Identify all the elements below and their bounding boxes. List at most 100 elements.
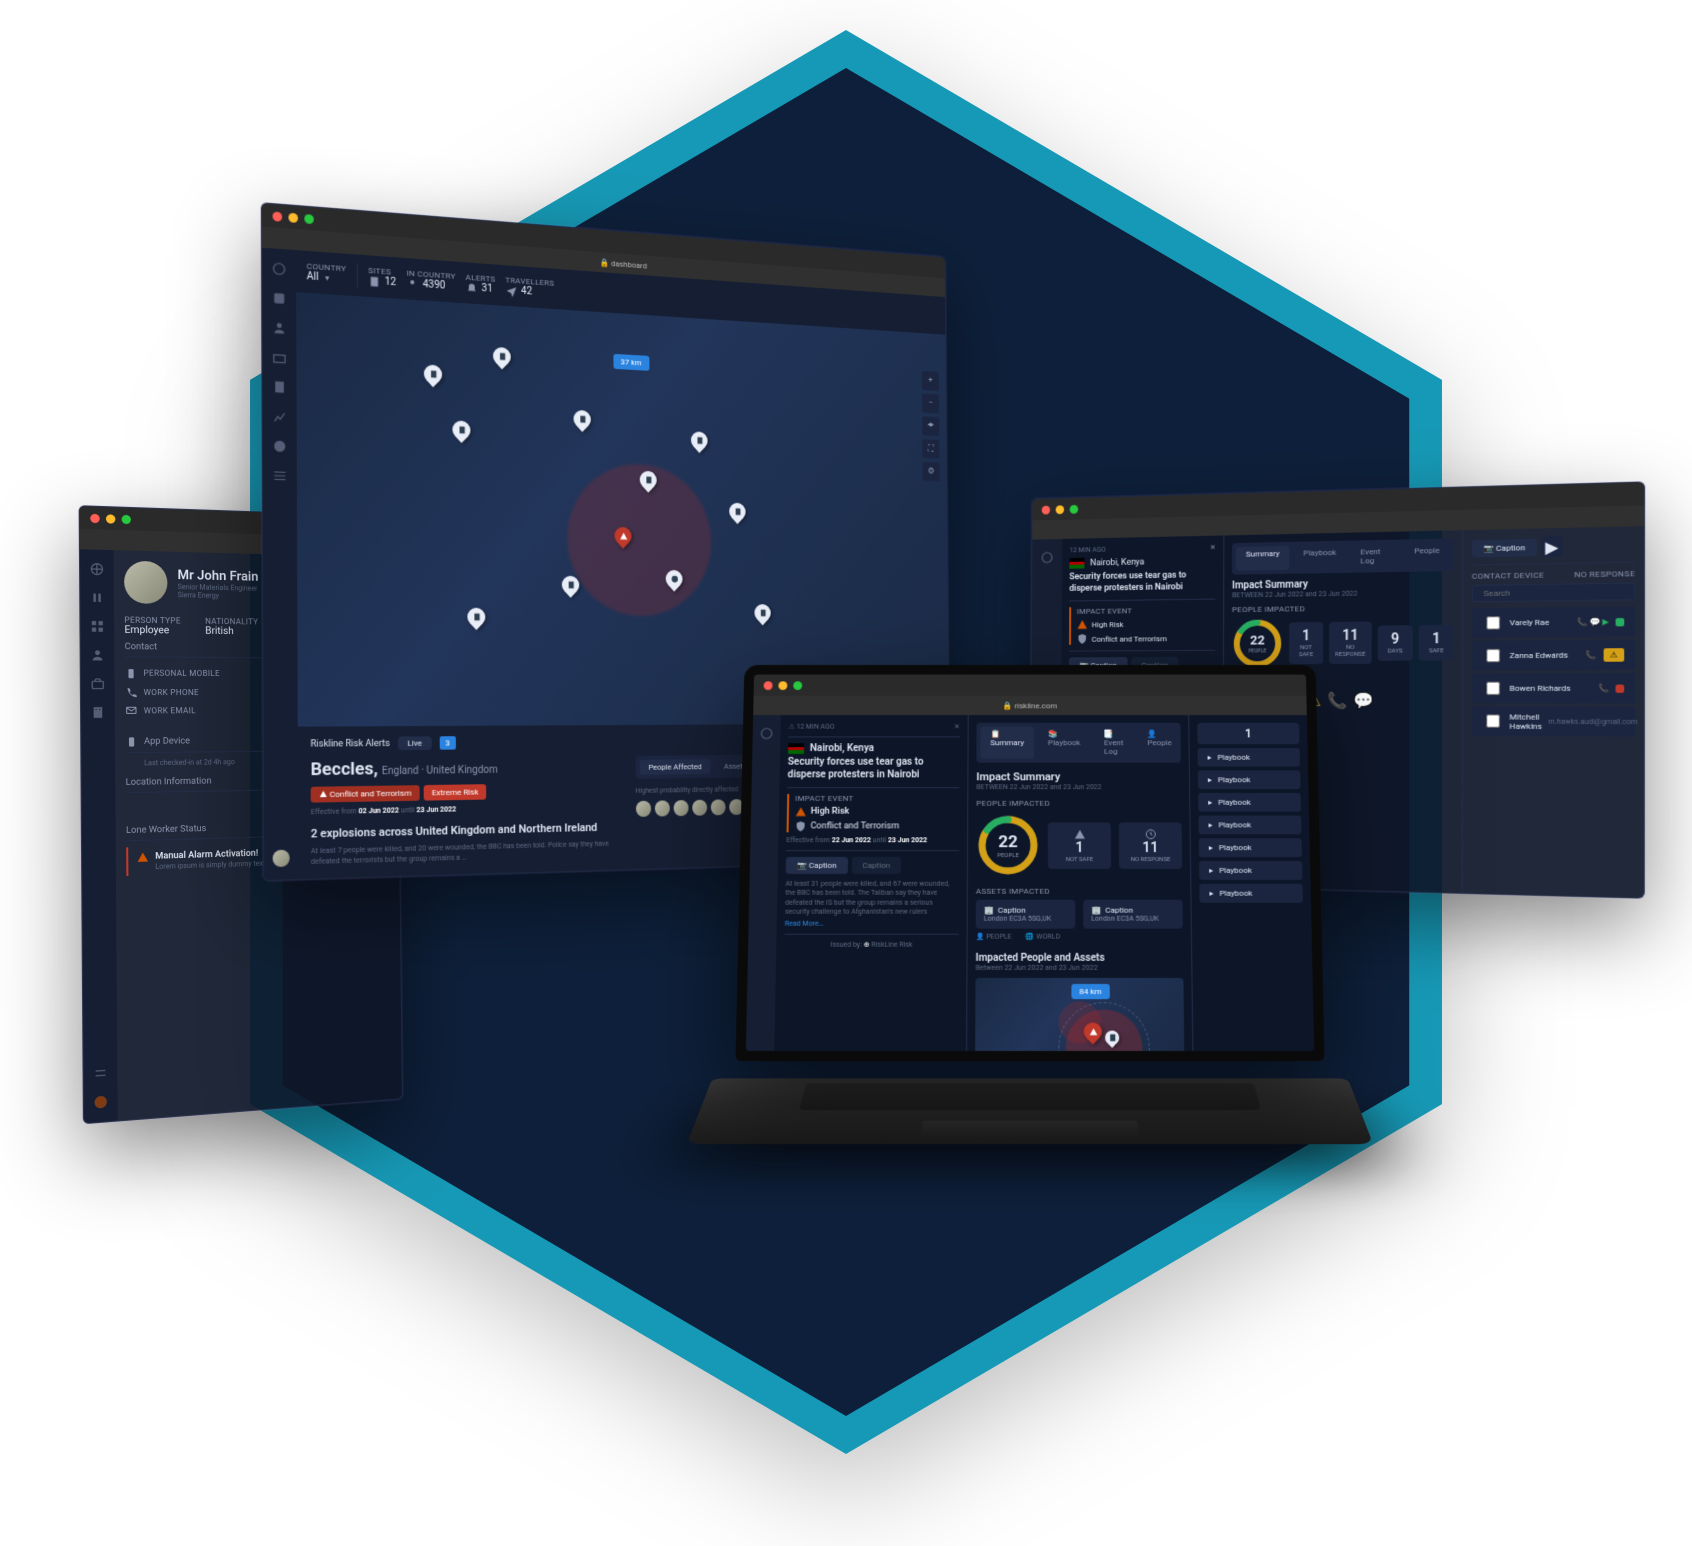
people-donut: 22PEOPLE bbox=[976, 814, 1040, 877]
checkbox[interactable] bbox=[1486, 682, 1500, 695]
playbook-row[interactable]: ▸Playbook bbox=[1198, 771, 1301, 790]
caption-button[interactable]: 📷 Caption bbox=[1472, 538, 1537, 557]
checkbox[interactable] bbox=[1486, 616, 1500, 629]
close-icon[interactable]: ✕ bbox=[954, 723, 960, 731]
tab-summary[interactable]: 📋 Summary bbox=[980, 727, 1034, 759]
donut-value: 22 bbox=[1250, 633, 1265, 648]
nav-icon[interactable] bbox=[272, 320, 287, 336]
map-pin[interactable] bbox=[663, 566, 687, 591]
alert-body: At least 7 people were killed, and 20 we… bbox=[311, 840, 617, 868]
tab[interactable]: 👤 People bbox=[1137, 727, 1181, 759]
tab[interactable]: Event Log bbox=[1350, 544, 1400, 569]
breadcrumb: 12 MIN AGO bbox=[796, 723, 834, 731]
distance-chip: 37 km bbox=[613, 354, 649, 371]
label: PEOPLE IMPACTED bbox=[976, 799, 1181, 808]
tab[interactable]: People bbox=[1404, 543, 1450, 568]
map-pin-alert[interactable] bbox=[610, 524, 634, 549]
map-pin[interactable] bbox=[687, 428, 711, 453]
event-title: Security forces use tear gas to disperse… bbox=[788, 756, 960, 781]
plane-icon bbox=[505, 284, 517, 297]
map-pin[interactable] bbox=[421, 361, 447, 387]
map-pin[interactable] bbox=[570, 406, 594, 432]
people-tag: 👤 PEOPLE bbox=[976, 933, 1012, 941]
zoom-out-button[interactable]: − bbox=[922, 394, 939, 414]
nav-icon[interactable] bbox=[272, 439, 287, 454]
pause-icon[interactable] bbox=[90, 590, 105, 605]
read-more-link[interactable]: Read More… bbox=[785, 919, 959, 927]
avatar[interactable] bbox=[635, 801, 650, 817]
map-pin[interactable] bbox=[558, 572, 583, 598]
donut-label: PEOPLE bbox=[997, 852, 1019, 859]
building-icon[interactable] bbox=[91, 705, 106, 719]
playbook-row[interactable]: ▸Playbook bbox=[1199, 884, 1303, 903]
checkbox[interactable] bbox=[1486, 714, 1500, 727]
grid-icon[interactable] bbox=[90, 619, 105, 634]
distance-chip: 84 km bbox=[1071, 984, 1110, 999]
metric-label: NOT SAFE bbox=[1295, 644, 1317, 658]
checkbox[interactable] bbox=[1486, 649, 1500, 662]
country-select[interactable]: All bbox=[307, 271, 319, 283]
nav-icon[interactable] bbox=[272, 379, 287, 395]
impact-map[interactable]: 84 km bbox=[975, 978, 1184, 1051]
impacted-sub: Between 22 Jun 2022 and 23 Jun 2022 bbox=[976, 964, 1184, 972]
caption-button-2[interactable]: Caption bbox=[851, 857, 901, 874]
close-icon[interactable]: ✕ bbox=[1210, 543, 1216, 551]
mail-icon bbox=[125, 704, 138, 716]
clock-icon bbox=[1144, 828, 1156, 840]
nav-icon[interactable] bbox=[272, 350, 287, 366]
map-pin[interactable] bbox=[726, 499, 749, 524]
eff-until: 23 Jun 2022 bbox=[888, 836, 927, 844]
tab-summary[interactable]: Summary bbox=[1236, 546, 1290, 571]
playbook-row[interactable]: ▸Playbook bbox=[1199, 861, 1302, 880]
caption-button[interactable]: 📷 Caption bbox=[786, 857, 848, 874]
bell-icon bbox=[466, 281, 478, 294]
map-pin[interactable] bbox=[636, 467, 660, 492]
live-toggle[interactable]: Live bbox=[398, 737, 431, 751]
person-icon[interactable] bbox=[90, 648, 105, 662]
map-pin[interactable] bbox=[489, 344, 514, 370]
settings-icon[interactable] bbox=[93, 1065, 108, 1081]
avatar[interactable] bbox=[273, 850, 290, 867]
label: Contact Device bbox=[1472, 570, 1544, 580]
table-row[interactable]: Zanna Edwards📞⚠ bbox=[1472, 640, 1635, 671]
search-input[interactable] bbox=[1472, 583, 1635, 603]
alert-icon[interactable] bbox=[93, 1094, 108, 1110]
asset-card[interactable]: 🏢CaptionLondon EC3A 5SG,UK bbox=[976, 900, 1076, 929]
label: Effective bbox=[311, 808, 340, 817]
warning-icon bbox=[1073, 828, 1085, 840]
tab[interactable]: 📑 Event Log bbox=[1094, 727, 1133, 759]
table-row[interactable]: Varely Rae📞 💬 ▶ bbox=[1472, 606, 1635, 637]
playbook-row[interactable]: ▸Playbook bbox=[1198, 748, 1300, 767]
play-icon[interactable]: ▶ bbox=[1541, 536, 1562, 557]
tab[interactable]: 📚 Playbook bbox=[1038, 727, 1090, 759]
tab[interactable]: Playbook bbox=[1293, 545, 1346, 570]
app-device-header: App Device bbox=[144, 736, 190, 747]
chart-icon[interactable] bbox=[272, 409, 287, 424]
person-type: Employee bbox=[124, 625, 180, 637]
avatar[interactable] bbox=[673, 800, 688, 816]
asset-card[interactable]: 🏢CaptionLondon EC3A 5SG,UK bbox=[1083, 900, 1183, 929]
playbook-row[interactable]: ▸Playbook bbox=[1198, 816, 1301, 835]
risk-tag: Conflict and Terrorism bbox=[311, 786, 420, 803]
map-pin[interactable] bbox=[751, 600, 774, 625]
layers-button[interactable] bbox=[922, 416, 939, 436]
chevron-down-icon[interactable]: ▾ bbox=[325, 273, 329, 283]
alert-city: Beccles, bbox=[311, 759, 378, 781]
fullscreen-button[interactable]: ⛶ bbox=[922, 439, 939, 459]
map-pin[interactable] bbox=[449, 417, 475, 443]
briefcase-icon[interactable] bbox=[90, 677, 105, 691]
nav-icon[interactable] bbox=[272, 468, 287, 483]
settings-button[interactable]: ⚙ bbox=[922, 462, 939, 482]
avatar[interactable] bbox=[654, 801, 669, 817]
zoom-in-button[interactable]: + bbox=[922, 371, 939, 391]
playbook-row[interactable]: ▸Playbook bbox=[1199, 838, 1302, 857]
nav-icon[interactable] bbox=[272, 291, 287, 307]
map-pin[interactable] bbox=[463, 604, 488, 630]
impact-summary-header: Impact Summary bbox=[976, 771, 1181, 784]
playbook-row[interactable]: ▸Playbook bbox=[1198, 793, 1301, 812]
warning-icon bbox=[1077, 619, 1088, 631]
warning-icon bbox=[137, 851, 150, 864]
table-row[interactable]: Bowen Richards📞 bbox=[1472, 673, 1636, 703]
table-row[interactable]: Mitchell Hawkinsm.hawks.audi@gmail.com bbox=[1472, 706, 1636, 736]
metric-label: NOT SAFE bbox=[1066, 856, 1094, 863]
